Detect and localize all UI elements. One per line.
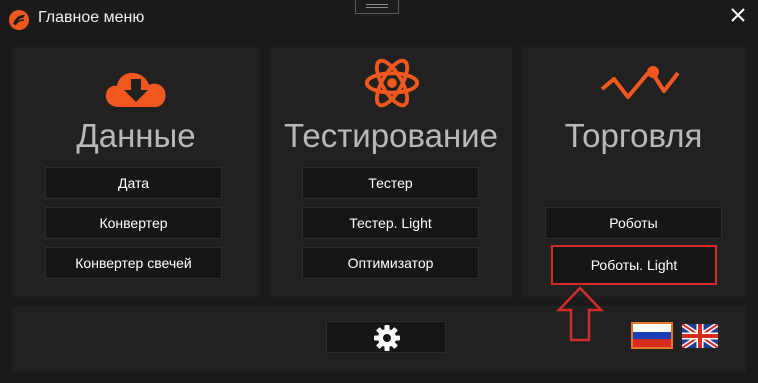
robots-light-button[interactable]: Роботы. Light (551, 245, 717, 285)
converter-button[interactable]: Конвертер (45, 207, 222, 239)
download-cloud-icon (105, 72, 166, 107)
testing-panel: Тестирование Тестер Тестер. Light Оптими… (270, 47, 512, 297)
candle-converter-button[interactable]: Конвертер свечей (45, 247, 222, 279)
optimizer-button[interactable]: Оптимизатор (302, 247, 479, 279)
close-icon[interactable] (728, 5, 748, 25)
window-title: Главное меню (38, 9, 145, 26)
trend-line-icon (600, 66, 680, 99)
trading-panel: Торговля Роботы Роботы. Light (521, 47, 746, 297)
app-logo-icon (9, 10, 29, 30)
date-button[interactable]: Дата (45, 167, 222, 199)
drag-handle[interactable] (355, 0, 399, 14)
settings-button[interactable] (326, 321, 446, 353)
title-bar: Главное меню (0, 0, 758, 40)
section-title-data: Данные (76, 117, 196, 154)
robots-button[interactable]: Роботы (545, 207, 722, 239)
section-title-testing: Тестирование (284, 117, 498, 154)
ru-flag-icon[interactable] (631, 322, 673, 349)
gear-icon (374, 325, 400, 351)
tester-button[interactable]: Тестер (302, 167, 479, 199)
tester-light-button[interactable]: Тестер. Light (302, 207, 479, 239)
uk-flag-icon[interactable] (682, 324, 718, 348)
data-panel: Данные Дата Конвертер Конвертер свечей (12, 47, 260, 297)
atom-icon (364, 58, 420, 108)
annotation-arrow-icon (556, 286, 604, 342)
section-title-trading: Торговля (564, 117, 703, 154)
